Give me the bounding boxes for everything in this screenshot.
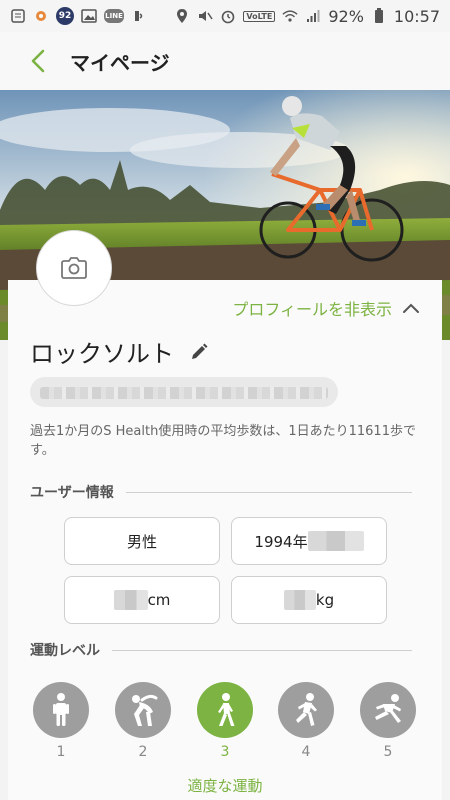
call-forward-icon xyxy=(131,8,147,24)
activity-level-header: 運動レベル xyxy=(30,640,412,660)
level-4-circle xyxy=(278,682,334,738)
username-row: ロックソルト xyxy=(30,334,210,369)
activity-level-2[interactable]: 2 xyxy=(115,682,171,760)
line-app-icon: LINE xyxy=(104,9,124,23)
app-bar: マイページ xyxy=(0,32,450,90)
wifi-icon xyxy=(282,8,298,24)
selected-activity-description: 適度な運動 xyxy=(187,777,263,795)
redacted-height xyxy=(113,590,148,610)
notification-count-badge: 92 xyxy=(56,7,74,25)
weight-field[interactable]: kg xyxy=(231,576,387,624)
height-field[interactable]: cm xyxy=(64,576,220,624)
alarm-icon xyxy=(220,8,236,24)
back-button[interactable] xyxy=(16,39,60,83)
redacted-birthdate xyxy=(307,531,364,551)
battery-icon xyxy=(371,8,387,24)
level-5-circle xyxy=(360,682,416,738)
gender-field[interactable]: 男性 xyxy=(64,517,220,565)
redacted-weight xyxy=(283,590,316,610)
user-info-title: ユーザー情報 xyxy=(30,485,114,501)
status-right: VoLTE 92% 10:57 xyxy=(174,7,440,26)
page-title: マイページ xyxy=(70,50,170,75)
divider xyxy=(112,649,412,651)
level-2-circle xyxy=(115,682,171,738)
gallery-icon xyxy=(81,8,97,24)
activity-level-1[interactable]: 1 xyxy=(33,682,89,760)
level-3-label: 3 xyxy=(220,744,230,760)
status-bar: 92 LINE VoLTE 92% 10:57 xyxy=(0,0,450,32)
chevron-up-icon xyxy=(403,303,419,313)
hide-profile-toggle[interactable]: プロフィールを非表示 xyxy=(232,296,420,320)
level-1-circle xyxy=(33,682,89,738)
mute-icon xyxy=(197,8,213,24)
signal-icon xyxy=(305,8,321,24)
level-1-label: 1 xyxy=(56,744,66,760)
hide-profile-label: プロフィールを非表示 xyxy=(232,300,392,319)
account-email-redacted xyxy=(30,377,338,407)
weight-unit: kg xyxy=(315,591,335,609)
gender-value: 男性 xyxy=(126,532,157,551)
birth-year: 1994年 xyxy=(254,532,308,551)
location-icon xyxy=(174,8,190,24)
walking-person-icon xyxy=(218,693,235,726)
standing-person-icon xyxy=(53,693,69,726)
chevron-left-icon xyxy=(31,49,45,73)
level-3-circle-selected xyxy=(197,682,253,738)
app-notification-icon xyxy=(33,8,49,24)
clock: 10:57 xyxy=(393,6,440,26)
redacted-text xyxy=(40,387,328,399)
pencil-icon xyxy=(192,343,208,359)
edit-name-button[interactable] xyxy=(188,341,210,363)
camera-icon xyxy=(61,257,87,279)
activity-level-4[interactable]: 4 xyxy=(278,682,334,760)
battery-percent: 92% xyxy=(328,6,364,26)
notes-icon xyxy=(10,8,26,24)
average-steps-text: 過去1か月のS Health使用時の平均歩数は、1日あたり11611歩です。 xyxy=(30,424,416,458)
level-4-label: 4 xyxy=(301,744,311,760)
status-left: 92 LINE xyxy=(10,7,147,25)
activity-level-title: 運動レベル xyxy=(30,643,100,659)
level-2-label: 2 xyxy=(138,744,148,760)
stretching-person-icon xyxy=(132,694,158,726)
divider xyxy=(125,491,412,493)
height-unit: cm xyxy=(147,591,171,609)
running-person-icon xyxy=(375,694,401,723)
level-5-label: 5 xyxy=(383,744,393,760)
activity-level-5[interactable]: 5 xyxy=(360,682,416,760)
profile-photo-button[interactable] xyxy=(36,230,112,306)
user-info-header: ユーザー情報 xyxy=(30,482,412,502)
jogging-person-icon xyxy=(296,693,317,726)
activity-level-3[interactable]: 3 xyxy=(197,682,253,760)
birthdate-field[interactable]: 1994年 xyxy=(231,517,387,565)
username: ロックソルト xyxy=(30,340,174,368)
volte-indicator: VoLTE xyxy=(243,10,276,22)
